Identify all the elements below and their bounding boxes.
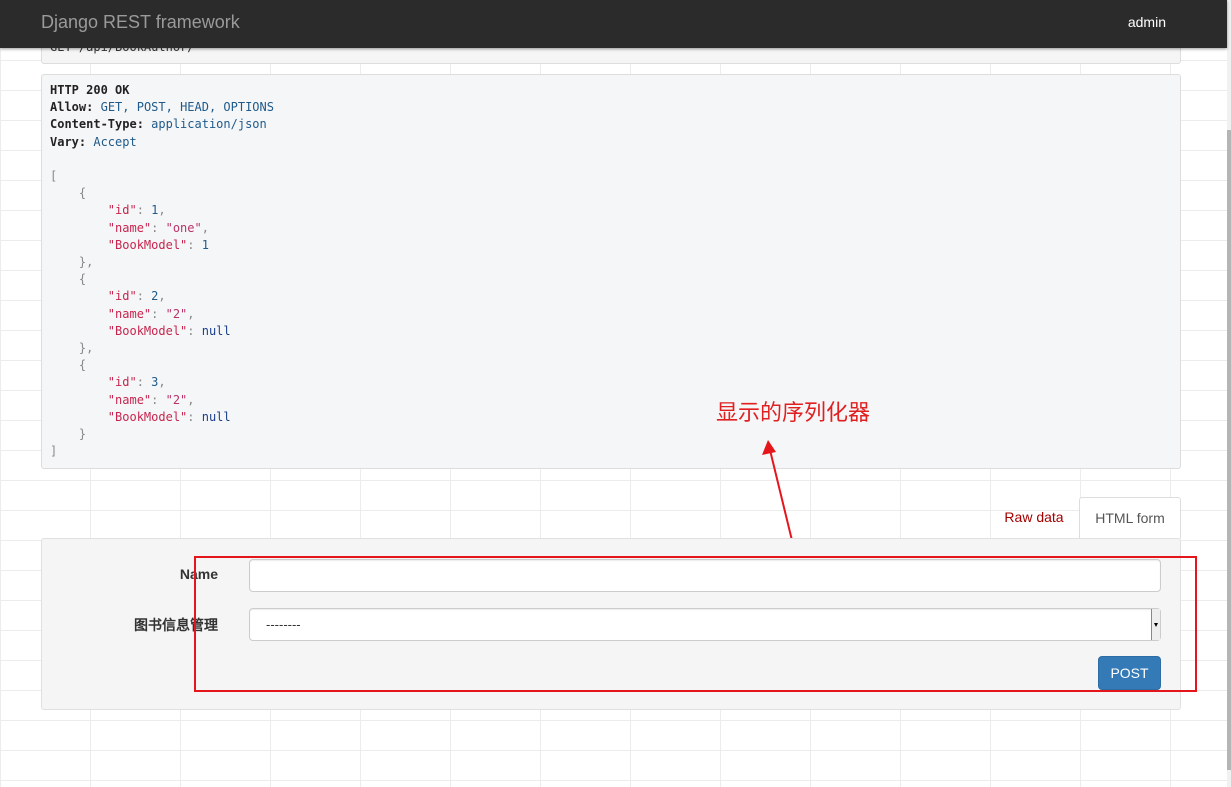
scrollbar-thumb[interactable]	[1227, 130, 1231, 770]
json-body: [ { "id": 1, "name": "one", "BookModel":…	[50, 169, 231, 459]
tab-html-form[interactable]: HTML form	[1079, 497, 1181, 539]
navbar: Django REST framework admin	[0, 0, 1227, 48]
header-key: Allow:	[50, 100, 94, 115]
response-content: HTTP 200 OK Allow: GET, POST, HEAD, OPTI…	[50, 82, 274, 460]
name-input[interactable]	[249, 559, 1161, 592]
post-button[interactable]: POST	[1098, 656, 1161, 690]
user-menu[interactable]: admin	[1128, 13, 1166, 31]
header-key: Vary:	[50, 134, 87, 149]
post-form: Name 图书信息管理 -------- POST	[41, 538, 1181, 710]
header-value: GET, POST, HEAD, OPTIONS	[100, 100, 274, 115]
header-value: application/json	[151, 117, 267, 132]
name-label: Name	[179, 566, 218, 582]
page-scrollbar[interactable]	[1227, 0, 1231, 787]
header-value: Accept	[93, 134, 137, 149]
select-handle[interactable]	[1151, 609, 1160, 640]
caret-down-icon	[1154, 623, 1158, 627]
book-model-select[interactable]: --------	[249, 608, 1161, 641]
tab-raw-data[interactable]: Raw data	[990, 497, 1078, 539]
header-key: Content-Type:	[50, 117, 144, 132]
brand-link[interactable]: Django REST framework	[41, 12, 240, 32]
book-model-label: 图书信息管理	[134, 617, 218, 633]
annotation-label: 显示的序列化器	[716, 401, 871, 426]
select-value: --------	[266, 617, 301, 632]
response-info: HTTP 200 OK Allow: GET, POST, HEAD, OPTI…	[41, 74, 1181, 469]
response-status: HTTP 200 OK	[50, 83, 130, 97]
